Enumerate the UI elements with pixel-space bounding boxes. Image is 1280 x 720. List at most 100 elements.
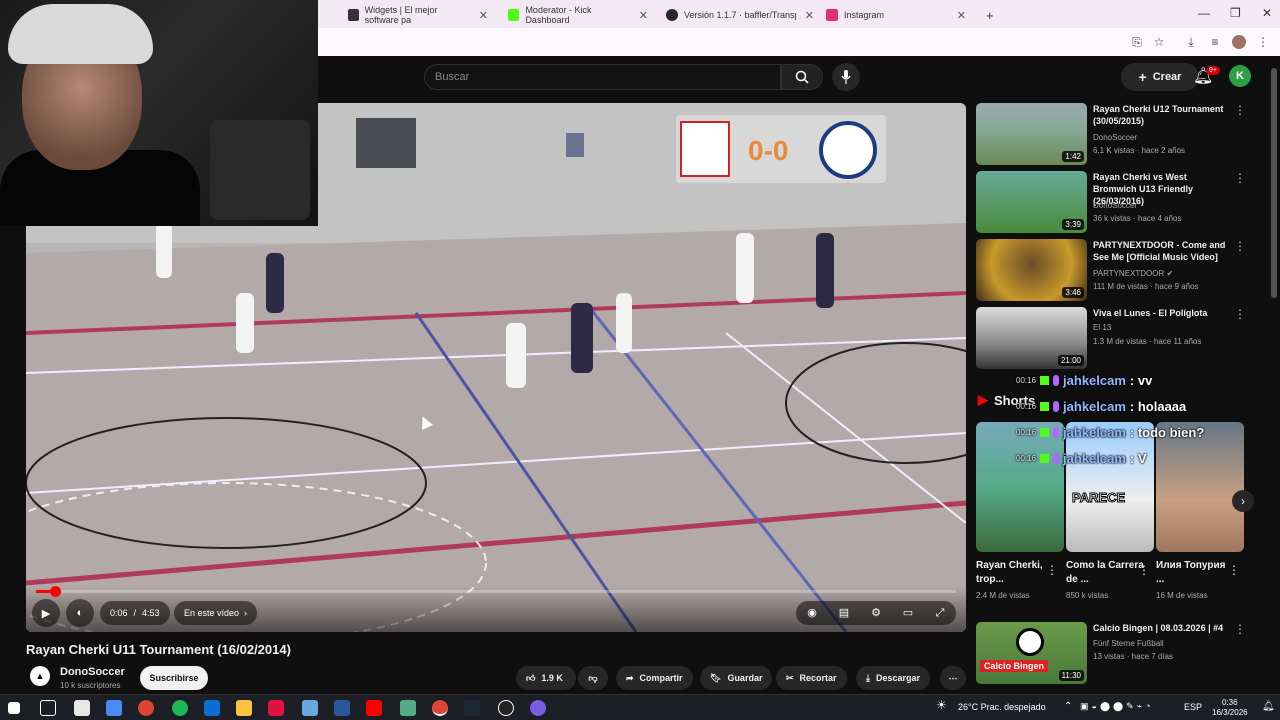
- short-thumbnail[interactable]: [976, 422, 1064, 552]
- more-options-icon[interactable]: ⋮: [1046, 563, 1058, 577]
- clip-button[interactable]: ✂ Recortar: [776, 666, 847, 690]
- tab-github-release[interactable]: Versión 1.1.7 · baffler/Transpare ✕: [660, 4, 820, 26]
- word-icon[interactable]: [334, 700, 350, 716]
- task-view-icon[interactable]: [40, 700, 56, 716]
- short-thumbnail[interactable]: [1156, 422, 1244, 552]
- more-options-icon[interactable]: ⋮: [1228, 563, 1240, 577]
- youtube-icon[interactable]: [366, 700, 382, 716]
- tab-instagram[interactable]: Instagram ✕: [820, 4, 972, 26]
- save-button[interactable]: 🔖︎ Guardar: [700, 666, 773, 690]
- new-tab-button[interactable]: +: [980, 4, 1000, 26]
- app-icon[interactable]: [530, 700, 546, 716]
- more-options-icon[interactable]: ⋮: [1234, 622, 1246, 636]
- scrollbar-thumb[interactable]: [1271, 68, 1277, 298]
- video-thumbnail[interactable]: Calcio Bingen 11:30: [976, 622, 1087, 684]
- autoplay-toggle[interactable]: ◉: [804, 605, 820, 621]
- channel-name[interactable]: DonoSoccer: [60, 666, 125, 678]
- more-options-icon[interactable]: ⋮: [1234, 239, 1246, 253]
- weather-text[interactable]: 26°C Prac. despejado: [958, 702, 1046, 712]
- recommendation-title[interactable]: PARTYNEXTDOOR - Come and See Me [Officia…: [1093, 239, 1228, 263]
- recommendation-channel[interactable]: DonoSoccer: [1093, 201, 1137, 210]
- app-icon[interactable]: [400, 700, 416, 716]
- menu-dots-icon[interactable]: ⋮: [1256, 35, 1270, 49]
- recommendation-channel[interactable]: DonoSoccer: [1093, 133, 1137, 142]
- search-input[interactable]: Buscar: [424, 64, 781, 90]
- short-title[interactable]: Como la Carrera de ...: [1066, 559, 1146, 587]
- notifications-icon[interactable]: 🔔︎: [1262, 701, 1275, 712]
- tab-kick-moderator[interactable]: Moderator - Kick Dashboard ✕: [502, 4, 654, 26]
- more-actions-button[interactable]: ⋯: [940, 666, 966, 690]
- chrome-active-icon[interactable]: [432, 700, 448, 716]
- share-button[interactable]: ➦ Compartir: [616, 666, 693, 690]
- steam-icon[interactable]: [464, 700, 480, 716]
- volume-button[interactable]: ◐: [66, 599, 94, 627]
- minimize-icon[interactable]: —: [1198, 6, 1210, 20]
- close-window-icon[interactable]: ✕: [1262, 6, 1272, 20]
- video-thumbnail[interactable]: 3:46: [976, 239, 1087, 301]
- more-options-icon[interactable]: ⋮: [1234, 307, 1246, 321]
- short-thumbnail[interactable]: PARECE: [1066, 422, 1154, 552]
- language-indicator[interactable]: ESP: [1184, 702, 1202, 712]
- fullscreen-icon[interactable]: ⤢: [932, 605, 948, 621]
- progress-scrubber[interactable]: [50, 586, 62, 597]
- subscribe-button[interactable]: Suscribirse: [140, 666, 208, 690]
- shorts-next-button[interactable]: ›: [1232, 490, 1254, 512]
- bookmark-star-icon[interactable]: ☆: [1152, 35, 1166, 49]
- spotify-icon[interactable]: [172, 700, 188, 716]
- subtitles-icon[interactable]: ▤: [836, 605, 852, 621]
- tray-chevron-icon[interactable]: ⌃: [1064, 701, 1072, 712]
- voice-search-button[interactable]: [832, 63, 860, 91]
- install-app-icon[interactable]: ⎘: [1130, 35, 1144, 49]
- app-store-icon[interactable]: [74, 700, 90, 716]
- dislike-button[interactable]: 👎︎: [578, 666, 608, 690]
- more-options-icon[interactable]: ⋮: [1234, 171, 1246, 185]
- like-button[interactable]: 👍︎ 1.9 K: [516, 666, 576, 690]
- download-icon[interactable]: ⤓: [1184, 35, 1198, 49]
- recommendation-item[interactable]: 3:46 PARTYNEXTDOOR - Come and See Me [Of…: [976, 239, 1266, 303]
- recommendation-title[interactable]: Calcio Bingen | 08.03.2026 | #4: [1093, 622, 1228, 634]
- profile-icon[interactable]: [1232, 35, 1246, 49]
- windows-start-icon[interactable]: [8, 702, 20, 714]
- video-thumbnail[interactable]: 21:00: [976, 307, 1087, 369]
- close-icon[interactable]: ✕: [957, 9, 966, 22]
- play-button[interactable]: ▶: [32, 599, 60, 627]
- recommendation-title[interactable]: Viva el Lunes - El Políglota: [1093, 307, 1228, 319]
- media-controls-icon[interactable]: ≡: [1208, 35, 1222, 49]
- app-icon[interactable]: [268, 700, 284, 716]
- settings-gear-icon[interactable]: ⚙: [868, 605, 884, 621]
- avatar[interactable]: K: [1229, 65, 1251, 87]
- clock[interactable]: 0:36 16/3/2026: [1212, 698, 1248, 718]
- recommendation-channel[interactable]: El 13: [1093, 323, 1111, 332]
- close-icon[interactable]: ✕: [639, 9, 648, 22]
- close-icon[interactable]: ✕: [805, 9, 814, 22]
- progress-bar[interactable]: [36, 586, 956, 597]
- recommendation-item[interactable]: 1:42 Rayan Cherki U12 Tournament (30/05/…: [976, 103, 1266, 167]
- tab-widgets[interactable]: Widgets | El mejor software pa ✕: [342, 4, 494, 26]
- app-icon[interactable]: [302, 700, 318, 716]
- edge-icon[interactable]: [204, 700, 220, 716]
- more-options-icon[interactable]: ⋮: [1138, 563, 1150, 577]
- short-title[interactable]: Rayan Cherki, trop...: [976, 559, 1056, 587]
- recommendation-channel[interactable]: PARTYNEXTDOOR ✔: [1093, 269, 1173, 278]
- more-options-icon[interactable]: ⋮: [1234, 103, 1246, 117]
- short-title[interactable]: Илия Топурия ...: [1156, 559, 1236, 587]
- search-button[interactable]: [781, 64, 823, 90]
- file-explorer-icon[interactable]: [236, 700, 252, 716]
- theater-mode-icon[interactable]: ▭: [900, 605, 916, 621]
- chrome-icon[interactable]: [138, 700, 154, 716]
- channel-avatar[interactable]: ▲: [30, 666, 50, 686]
- copilot-icon[interactable]: [106, 700, 122, 716]
- recommendation-title[interactable]: Rayan Cherki U12 Tournament (30/05/2015): [1093, 103, 1228, 127]
- create-button[interactable]: + Crear: [1121, 63, 1199, 91]
- download-button[interactable]: ⤓ Descargar: [856, 666, 931, 690]
- tray-icons[interactable]: ▣◒⬤⬤✎⌁◔: [1080, 701, 1153, 712]
- recommendation-item[interactable]: 21:00 Viva el Lunes - El Políglota El 13…: [976, 307, 1266, 371]
- video-thumbnail[interactable]: 3:39: [976, 171, 1087, 233]
- obs-icon[interactable]: [498, 700, 514, 716]
- recommendation-item[interactable]: 3:39 Rayan Cherki vs West Bromwich U13 F…: [976, 171, 1266, 235]
- page-scrollbar[interactable]: [1270, 60, 1278, 694]
- recommendation-channel[interactable]: Fünf Sterne Fußball: [1093, 639, 1164, 648]
- video-thumbnail[interactable]: 1:42: [976, 103, 1087, 165]
- chapter-button[interactable]: En este vídeo ›: [174, 601, 258, 625]
- close-icon[interactable]: ✕: [479, 9, 488, 22]
